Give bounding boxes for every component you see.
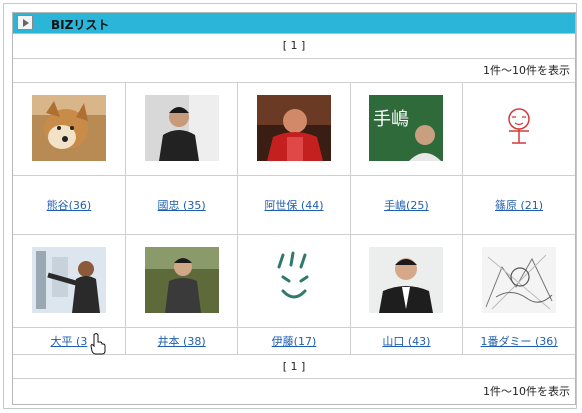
play-icon[interactable] (17, 15, 33, 30)
grid-cell (125, 83, 239, 176)
grid-cell (125, 234, 239, 328)
pager-bottom[interactable]: [ 1 ] (13, 355, 575, 379)
member-photo-5[interactable] (482, 94, 557, 161)
grid-cell (237, 83, 351, 176)
title-bar: BIZリスト (13, 13, 575, 34)
grid-cell (462, 83, 575, 176)
grid-cell: 手嶋(25) (350, 175, 464, 235)
member-photo-3[interactable] (256, 94, 331, 161)
grid-cell: 熊谷(36) (13, 175, 126, 235)
grid-cell (13, 234, 126, 328)
result-count-top: 1件～10件を表示 (13, 59, 575, 83)
member-link-7[interactable]: 井本 (38) (158, 335, 206, 348)
result-count-bottom: 1件～10件を表示 (483, 385, 570, 398)
dog-photo-icon (31, 94, 106, 161)
pager-top[interactable]: [ 1 ] (13, 34, 575, 59)
grid-cell: 篠原 (21) (462, 175, 575, 235)
person-window-photo-icon (31, 246, 106, 313)
grid-cell: 國忠 (35) (125, 175, 239, 235)
person-red-photo-icon (256, 94, 331, 161)
grid-cell (350, 234, 464, 328)
member-photo-1[interactable] (31, 94, 106, 161)
drawing-photo-icon (482, 94, 557, 161)
member-grid: 手嶋 熊谷(36) 國忠 (35) 阿世保 (44) 手嶋(25) 篠原 (21… (13, 83, 575, 355)
member-photo-2[interactable] (144, 94, 219, 161)
grid-cell: 井本 (38) (125, 327, 239, 355)
member-link-4[interactable]: 手嶋(25) (384, 199, 429, 212)
page-title: BIZリスト (51, 18, 110, 32)
grid-cell: 山口 (43) (350, 327, 464, 355)
member-link-9[interactable]: 山口 (43) (382, 335, 430, 348)
person-suit-photo-icon (369, 246, 444, 313)
member-link-5[interactable]: 篠原 (21) (495, 199, 543, 212)
grid-cell (462, 234, 575, 328)
member-link-6[interactable]: 大平 (3 (51, 335, 88, 348)
member-photo-4[interactable]: 手嶋 (369, 94, 444, 161)
person-outdoor-photo-icon (144, 246, 219, 313)
member-photo-7[interactable] (144, 246, 219, 313)
member-link-10[interactable]: 1番ダミー (36) (480, 335, 557, 348)
member-photo-8[interactable] (256, 246, 331, 313)
grid-cell: 伊藤(17) (237, 327, 351, 355)
sketch-drawing-icon (482, 246, 557, 313)
member-photo-6[interactable] (31, 246, 106, 313)
grid-cell: 阿世保 (44) (237, 175, 351, 235)
grid-cell (237, 234, 351, 328)
grid-cell: 大平 (3 (13, 327, 126, 355)
hand-cursor-icon (90, 333, 106, 355)
grid-cell: 手嶋 (350, 83, 464, 176)
member-photo-9[interactable] (369, 246, 444, 313)
svg-text:手嶋: 手嶋 (373, 109, 409, 130)
grid-cell (13, 83, 126, 176)
member-link-1[interactable]: 熊谷(36) (47, 199, 92, 212)
member-link-8[interactable]: 伊藤(17) (272, 335, 317, 348)
member-photo-10[interactable] (482, 246, 557, 313)
grid-cell: 1番ダミー (36) (462, 327, 575, 355)
person-sign-photo-icon: 手嶋 (369, 94, 444, 161)
person-photo-icon (144, 94, 219, 161)
smiley-drawing-icon (256, 246, 331, 313)
member-link-2[interactable]: 國忠 (35) (158, 199, 206, 212)
member-link-3[interactable]: 阿世保 (44) (264, 199, 323, 212)
